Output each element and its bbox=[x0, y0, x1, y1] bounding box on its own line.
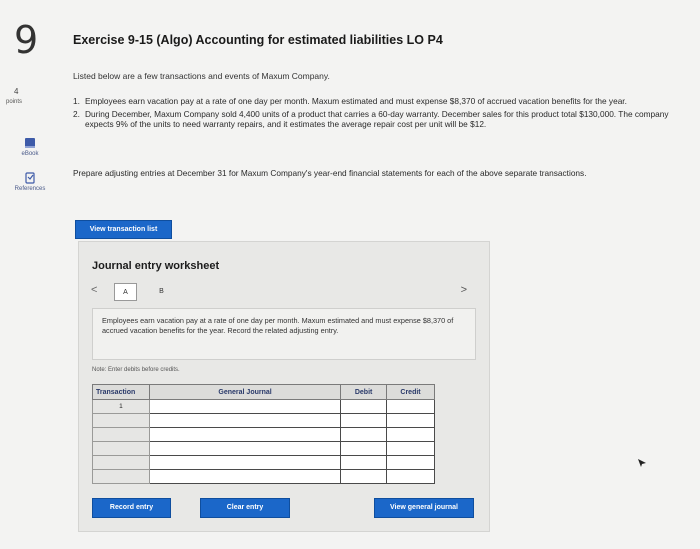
list-item-number: 2. bbox=[73, 108, 80, 119]
ebook-icon bbox=[25, 138, 35, 148]
references-button[interactable]: References bbox=[8, 172, 52, 192]
worksheet-title: Journal entry worksheet bbox=[92, 260, 220, 272]
transaction-cell: 1 bbox=[92, 399, 150, 414]
journal-grid: Transaction General Journal Debit Credit… bbox=[92, 384, 435, 484]
debit-cell[interactable] bbox=[340, 427, 388, 442]
general-journal-cell[interactable] bbox=[148, 413, 342, 428]
transaction-cell bbox=[92, 455, 150, 470]
debit-cell[interactable] bbox=[340, 455, 388, 470]
transaction-description: Employees earn vacation pay at a rate of… bbox=[92, 308, 476, 360]
list-item: 1. Employees earn vacation pay at a rate… bbox=[73, 96, 673, 107]
exercise-intro: Listed below are a few transactions and … bbox=[73, 71, 330, 81]
transaction-cell bbox=[92, 469, 150, 484]
debit-cell[interactable] bbox=[340, 413, 388, 428]
transaction-cell bbox=[92, 427, 150, 442]
credit-cell[interactable] bbox=[386, 455, 435, 470]
debit-cell[interactable] bbox=[340, 441, 388, 456]
debit-credit-note: Note: Enter debits before credits. bbox=[92, 367, 180, 373]
view-transaction-list-button[interactable]: View transaction list bbox=[75, 220, 172, 239]
column-header-general-journal: General Journal bbox=[148, 384, 342, 400]
credit-cell[interactable] bbox=[386, 413, 435, 428]
transaction-cell bbox=[92, 441, 150, 456]
transaction-cell bbox=[92, 413, 150, 428]
general-journal-cell[interactable] bbox=[148, 399, 342, 414]
debit-cell[interactable] bbox=[340, 399, 388, 414]
general-journal-cell[interactable] bbox=[148, 427, 342, 442]
table-row bbox=[92, 469, 435, 484]
list-item-text: During December, Maxum Company sold 4,40… bbox=[85, 108, 669, 130]
column-header-transaction: Transaction bbox=[92, 384, 150, 400]
transaction-list: 1. Employees earn vacation pay at a rate… bbox=[73, 96, 673, 132]
debit-cell[interactable] bbox=[340, 469, 388, 484]
prev-arrow-icon[interactable]: < bbox=[91, 284, 97, 296]
exercise-title: Exercise 9-15 (Algo) Accounting for esti… bbox=[73, 33, 443, 47]
table-row: 1 bbox=[92, 399, 435, 414]
credit-cell[interactable] bbox=[386, 399, 435, 414]
credit-cell[interactable] bbox=[386, 441, 435, 456]
table-row bbox=[92, 413, 435, 428]
references-label: References bbox=[14, 186, 46, 192]
table-row bbox=[92, 455, 435, 470]
column-header-credit: Credit bbox=[386, 384, 435, 400]
prepare-instructions: Prepare adjusting entries at December 31… bbox=[73, 168, 587, 178]
references-icon bbox=[25, 172, 35, 184]
list-item-text: Employees earn vacation pay at a rate of… bbox=[85, 96, 627, 106]
points-label: points bbox=[6, 99, 23, 105]
points-value: 4 bbox=[14, 87, 19, 96]
credit-cell[interactable] bbox=[386, 427, 435, 442]
record-entry-button[interactable]: Record entry bbox=[92, 498, 171, 518]
next-arrow-icon[interactable]: > bbox=[461, 284, 467, 296]
table-row bbox=[92, 441, 435, 456]
general-journal-cell[interactable] bbox=[148, 441, 342, 456]
tab-a[interactable]: A bbox=[114, 283, 137, 301]
list-item: 2. During December, Maxum Company sold 4… bbox=[73, 109, 673, 130]
general-journal-cell[interactable] bbox=[148, 455, 342, 470]
tab-b[interactable]: B bbox=[150, 283, 173, 301]
clear-entry-button[interactable]: Clear entry bbox=[200, 498, 290, 518]
journal-entry-worksheet: Journal entry worksheet < A B > Employee… bbox=[78, 241, 490, 532]
credit-cell[interactable] bbox=[386, 469, 435, 484]
list-item-number: 1. bbox=[73, 96, 80, 106]
ebook-button[interactable]: eBook bbox=[8, 137, 52, 157]
table-row bbox=[92, 427, 435, 442]
question-number: 9 bbox=[14, 18, 39, 62]
mouse-cursor-icon bbox=[638, 459, 646, 467]
ebook-label: eBook bbox=[21, 151, 39, 157]
view-general-journal-button[interactable]: View general journal bbox=[374, 498, 474, 518]
column-header-debit: Debit bbox=[340, 384, 388, 400]
general-journal-cell[interactable] bbox=[148, 469, 342, 484]
